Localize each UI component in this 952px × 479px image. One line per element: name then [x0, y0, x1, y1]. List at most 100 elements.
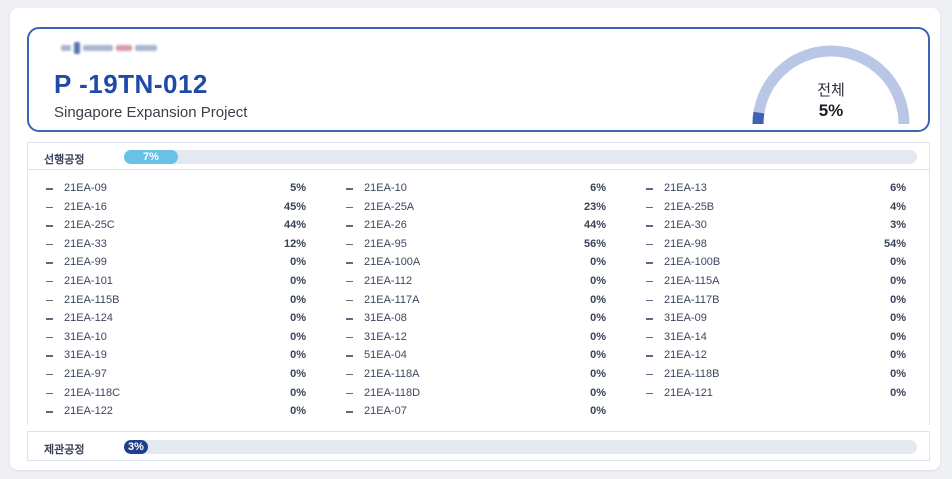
dash-icon	[646, 243, 653, 246]
dash-icon	[646, 336, 653, 339]
dash-icon	[646, 206, 653, 209]
list-item: 51EA-04 0%	[346, 347, 606, 366]
item-percent: 0%	[890, 349, 906, 362]
list-item: 21EA-95 56%	[346, 236, 606, 255]
item-column-2: 21EA-10 6% 21EA-25A 23% 21EA-26 44% 21EA-95 56%…	[346, 180, 606, 422]
item-percent: 0%	[590, 386, 606, 399]
project-code: P -19TN-012	[54, 69, 208, 99]
process-item-list: 21EA-09 5% 21EA-16 45% 21EA-25C 44% 21EA-33 12%…	[27, 170, 930, 425]
item-name: 21EA-100A	[364, 256, 421, 269]
item-name: 21EA-98	[664, 237, 707, 250]
item-name: 21EA-118D	[364, 386, 421, 399]
final-progress-track: 3%	[124, 440, 917, 454]
item-name: 21EA-118B	[664, 367, 720, 380]
list-item: 21EA-26 44%	[346, 217, 606, 236]
item-name: 31EA-10	[64, 330, 107, 343]
item-name: 21EA-97	[64, 367, 107, 380]
item-name: 21EA-100B	[664, 256, 721, 269]
dash-icon	[646, 373, 653, 376]
item-percent: 0%	[290, 312, 306, 325]
item-percent: 45%	[283, 200, 306, 213]
item-percent: 12%	[283, 237, 306, 250]
item-name: 21EA-09	[64, 182, 107, 194]
list-item: 21EA-121 0%	[646, 385, 906, 404]
list-item: 21EA-25A 23%	[346, 199, 606, 218]
item-percent: 23%	[583, 200, 606, 213]
list-item: 21EA-16 45%	[46, 199, 306, 218]
final-process-section: 제관공정 3%	[27, 431, 930, 461]
item-percent: 0%	[290, 349, 306, 362]
list-item: 21EA-33 12%	[46, 236, 306, 255]
list-item: 31EA-09 0%	[646, 310, 906, 329]
item-percent: 4%	[890, 200, 906, 213]
item-name: 21EA-33	[64, 237, 107, 250]
dash-icon	[346, 318, 353, 320]
item-name: 31EA-08	[364, 312, 407, 325]
list-item: 21EA-118D 0%	[346, 385, 606, 404]
list-item: 31EA-19 0%	[46, 347, 306, 366]
item-name: 21EA-25C	[64, 219, 115, 232]
final-progress-value: 3%	[128, 441, 144, 453]
item-name: 21EA-118C	[64, 386, 121, 399]
list-item: 21EA-10 6%	[346, 180, 606, 199]
item-name: 31EA-12	[364, 330, 407, 343]
gauge-fill	[752, 111, 765, 125]
list-item: 21EA-97 0%	[46, 366, 306, 385]
item-column-3: 21EA-13 6% 21EA-25B 4% 21EA-30 3% 21EA-98 54% 21…	[646, 180, 906, 403]
list-item: 31EA-10 0%	[46, 329, 306, 348]
list-item: 31EA-14 0%	[646, 329, 906, 348]
item-percent: 3%	[890, 219, 906, 232]
list-item: 21EA-115A 0%	[646, 273, 906, 292]
item-percent: 44%	[283, 219, 306, 232]
item-percent: 0%	[890, 312, 906, 325]
item-name: 21EA-122	[64, 405, 113, 418]
list-item: 21EA-118C 0%	[46, 385, 306, 404]
item-percent: 56%	[583, 237, 606, 250]
item-name: 21EA-115B	[64, 293, 120, 306]
item-percent: 0%	[590, 256, 606, 269]
list-item: 21EA-117B 0%	[646, 292, 906, 311]
dash-icon	[346, 188, 353, 190]
list-item: 21EA-124 0%	[46, 310, 306, 329]
list-item: 21EA-25B 4%	[646, 199, 906, 218]
item-name: 21EA-115A	[664, 274, 720, 287]
item-name: 21EA-117B	[664, 293, 720, 306]
list-item: 21EA-99 0%	[46, 254, 306, 273]
item-name: 21EA-112	[364, 274, 413, 287]
item-name: 21EA-10	[364, 182, 407, 194]
item-percent: 54%	[883, 237, 906, 250]
project-name: Singapore Expansion Project	[54, 104, 248, 121]
item-name: 21EA-26	[364, 219, 407, 232]
item-name: 21EA-118A	[364, 367, 420, 380]
item-name: 21EA-25B	[664, 200, 715, 213]
list-item: 21EA-12 0%	[646, 347, 906, 366]
list-item: 21EA-112 0%	[346, 273, 606, 292]
list-item: 21EA-101 0%	[46, 273, 306, 292]
item-percent: 0%	[890, 330, 906, 343]
dash-icon	[346, 206, 353, 209]
list-item: 21EA-30 3%	[646, 217, 906, 236]
item-percent: 0%	[590, 312, 606, 325]
item-name: 21EA-101	[64, 274, 113, 287]
dash-icon	[646, 188, 653, 190]
item-name: 21EA-13	[664, 182, 707, 194]
project-header-card: P -19TN-012 Singapore Expansion Project …	[27, 27, 930, 132]
list-item: 21EA-117A 0%	[346, 292, 606, 311]
item-percent: 0%	[590, 293, 606, 306]
dash-icon	[346, 411, 353, 413]
list-item: 21EA-100A 0%	[346, 254, 606, 273]
dash-icon	[46, 262, 53, 264]
item-percent: 6%	[890, 182, 906, 194]
item-percent: 0%	[290, 293, 306, 306]
dash-icon	[46, 318, 53, 320]
advance-progress-track: 7%	[124, 150, 917, 164]
item-name: 21EA-124	[64, 312, 113, 325]
item-name: 51EA-04	[364, 349, 407, 362]
item-percent: 0%	[590, 349, 606, 362]
item-percent: 0%	[890, 386, 906, 399]
dash-icon	[46, 392, 53, 395]
item-percent: 0%	[890, 367, 906, 380]
dash-icon	[646, 392, 653, 395]
item-percent: 0%	[290, 330, 306, 343]
final-process-label: 제관공정	[44, 444, 85, 456]
